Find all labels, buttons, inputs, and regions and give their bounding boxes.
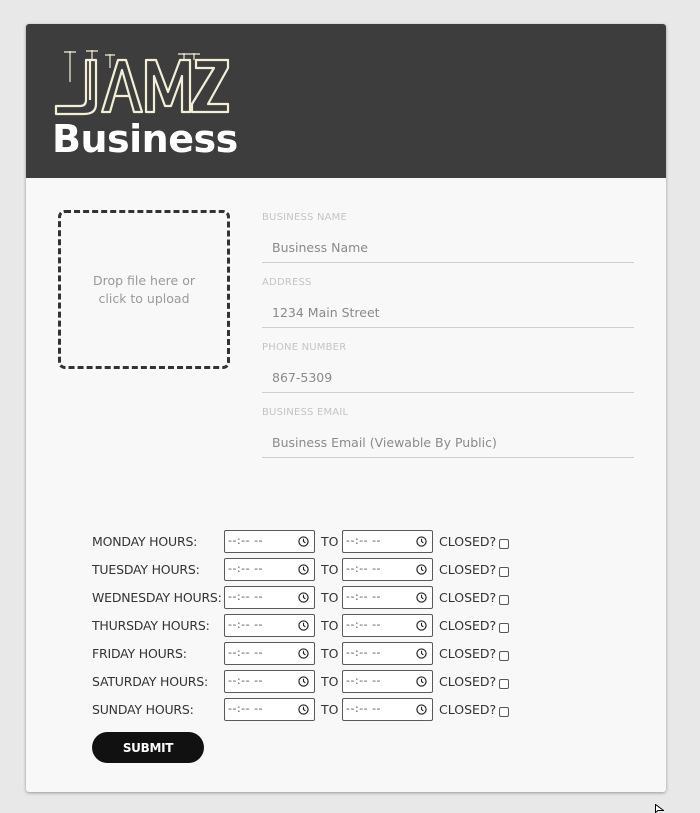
open-time-input[interactable]: --:-- -- <box>224 530 315 553</box>
clock-icon <box>416 536 427 547</box>
address-label: ADDRESS <box>262 277 312 288</box>
email-field: BUSINESS EMAIL <box>262 407 634 458</box>
header-banner: Business <box>26 24 666 178</box>
time-placeholder: --:-- -- <box>228 702 264 715</box>
jamz-logo <box>54 50 230 116</box>
open-time-input[interactable]: --:-- -- <box>224 614 315 637</box>
hours-row-wednesday: WEDNESDAY HOURS: --:-- -- TO --:-- -- CL… <box>92 586 532 610</box>
closed-label: CLOSED? <box>439 590 497 605</box>
phone-label: PHONE NUMBER <box>262 342 347 353</box>
time-placeholder: --:-- -- <box>228 562 264 575</box>
time-placeholder: --:-- -- <box>346 702 382 715</box>
time-placeholder: --:-- -- <box>228 618 264 631</box>
phone-input[interactable] <box>262 363 634 393</box>
business-name-field: BUSINESS NAME <box>262 212 634 263</box>
day-label: THURSDAY HOURS: <box>92 618 210 633</box>
day-label: WEDNESDAY HOURS: <box>92 590 222 605</box>
phone-field: PHONE NUMBER <box>262 342 634 393</box>
close-time-input[interactable]: --:-- -- <box>342 670 433 693</box>
to-label: TO <box>321 674 339 689</box>
closed-checkbox[interactable] <box>499 679 509 689</box>
time-placeholder: --:-- -- <box>346 562 382 575</box>
closed-checkbox[interactable] <box>499 595 509 605</box>
closed-checkbox[interactable] <box>499 623 509 633</box>
clock-icon <box>298 704 309 715</box>
hours-row-saturday: SATURDAY HOURS: --:-- -- TO --:-- -- CLO… <box>92 670 532 694</box>
clock-icon <box>416 564 427 575</box>
to-label: TO <box>321 562 339 577</box>
mouse-cursor-icon <box>655 804 664 813</box>
clock-icon <box>416 648 427 659</box>
to-label: TO <box>321 646 339 661</box>
open-time-input[interactable]: --:-- -- <box>224 558 315 581</box>
close-time-input[interactable]: --:-- -- <box>342 530 433 553</box>
hours-row-friday: FRIDAY HOURS: --:-- -- TO --:-- -- CLOSE… <box>92 642 532 666</box>
open-time-input[interactable]: --:-- -- <box>224 698 315 721</box>
hours-row-monday: MONDAY HOURS: --:-- -- TO --:-- -- CLOSE… <box>92 530 532 554</box>
time-placeholder: --:-- -- <box>228 674 264 687</box>
closed-label: CLOSED? <box>439 646 497 661</box>
open-time-input[interactable]: --:-- -- <box>224 670 315 693</box>
closed-label: CLOSED? <box>439 702 497 717</box>
closed-checkbox[interactable] <box>499 539 509 549</box>
hours-row-sunday: SUNDAY HOURS: --:-- -- TO --:-- -- CLOSE… <box>92 698 532 722</box>
day-label: SATURDAY HOURS: <box>92 674 209 689</box>
close-time-input[interactable]: --:-- -- <box>342 614 433 637</box>
time-placeholder: --:-- -- <box>346 534 382 547</box>
file-upload-dropzone[interactable]: Drop file here or click to upload <box>58 210 230 369</box>
close-time-input[interactable]: --:-- -- <box>342 586 433 609</box>
time-placeholder: --:-- -- <box>346 674 382 687</box>
closed-label: CLOSED? <box>439 618 497 633</box>
clock-icon <box>298 676 309 687</box>
header-subtitle: Business <box>52 117 238 161</box>
address-input[interactable] <box>262 298 634 328</box>
time-placeholder: --:-- -- <box>228 590 264 603</box>
time-placeholder: --:-- -- <box>346 590 382 603</box>
email-input[interactable] <box>262 428 634 458</box>
clock-icon <box>298 620 309 631</box>
clock-icon <box>298 592 309 603</box>
clock-icon <box>298 564 309 575</box>
submit-button[interactable]: SUBMIT <box>92 732 204 763</box>
to-label: TO <box>321 590 339 605</box>
closed-label: CLOSED? <box>439 534 497 549</box>
closed-label: CLOSED? <box>439 562 497 577</box>
clock-icon <box>416 704 427 715</box>
day-label: SUNDAY HOURS: <box>92 702 194 717</box>
to-label: TO <box>321 618 339 633</box>
email-label: BUSINESS EMAIL <box>262 407 349 418</box>
time-placeholder: --:-- -- <box>346 646 382 659</box>
day-label: TUESDAY HOURS: <box>92 562 200 577</box>
business-name-input[interactable] <box>262 233 634 263</box>
time-placeholder: --:-- -- <box>346 618 382 631</box>
open-time-input[interactable]: --:-- -- <box>224 642 315 665</box>
to-label: TO <box>321 702 339 717</box>
day-label: FRIDAY HOURS: <box>92 646 187 661</box>
address-field: ADDRESS <box>262 277 634 328</box>
to-label: TO <box>321 534 339 549</box>
hours-row-tuesday: TUESDAY HOURS: --:-- -- TO --:-- -- CLOS… <box>92 558 532 582</box>
day-label: MONDAY HOURS: <box>92 534 198 549</box>
hours-row-thursday: THURSDAY HOURS: --:-- -- TO --:-- -- CLO… <box>92 614 532 638</box>
closed-checkbox[interactable] <box>499 707 509 717</box>
clock-icon <box>416 592 427 603</box>
dropzone-label: Drop file here or click to upload <box>93 272 195 306</box>
close-time-input[interactable]: --:-- -- <box>342 642 433 665</box>
close-time-input[interactable]: --:-- -- <box>342 698 433 721</box>
closed-checkbox[interactable] <box>499 567 509 577</box>
clock-icon <box>298 648 309 659</box>
time-placeholder: --:-- -- <box>228 646 264 659</box>
business-form-card: Business Drop file here or click to uplo… <box>26 24 666 792</box>
clock-icon <box>416 620 427 631</box>
closed-label: CLOSED? <box>439 674 497 689</box>
business-name-label: BUSINESS NAME <box>262 212 348 223</box>
clock-icon <box>416 676 427 687</box>
clock-icon <box>298 536 309 547</box>
close-time-input[interactable]: --:-- -- <box>342 558 433 581</box>
time-placeholder: --:-- -- <box>228 534 264 547</box>
closed-checkbox[interactable] <box>499 651 509 661</box>
open-time-input[interactable]: --:-- -- <box>224 586 315 609</box>
